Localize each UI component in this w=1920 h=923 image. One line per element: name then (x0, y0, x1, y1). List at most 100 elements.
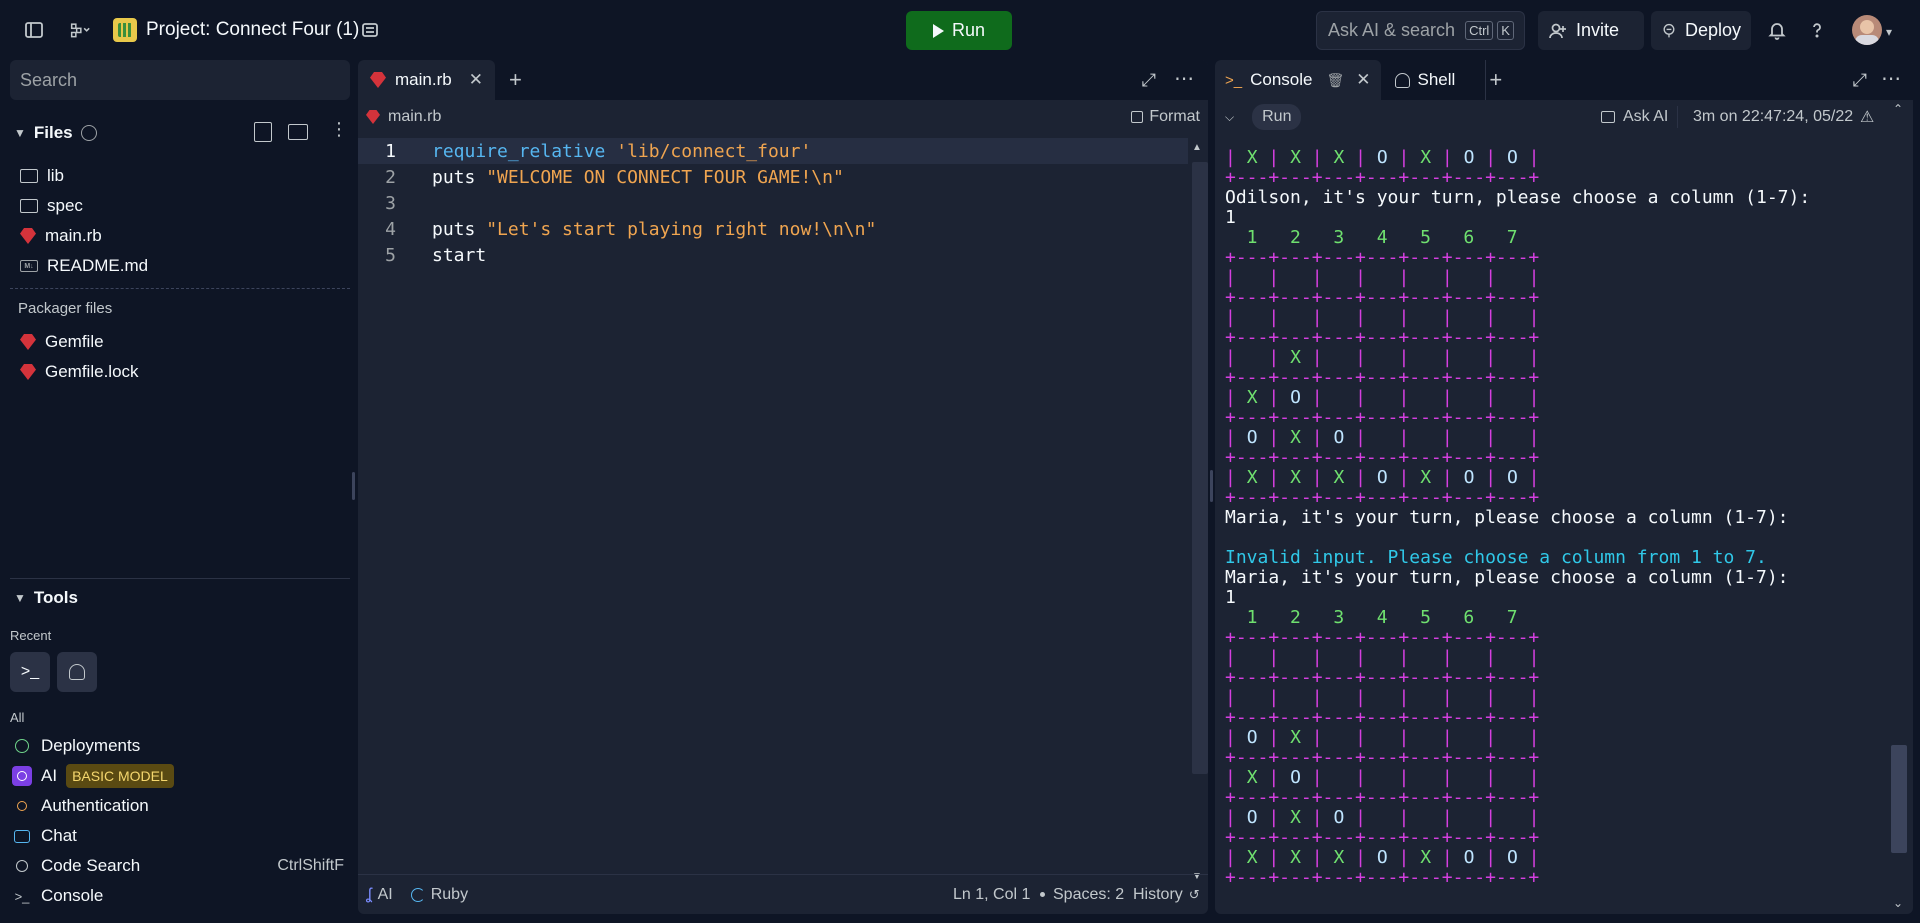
tools-header[interactable]: ▼ Tools (14, 588, 78, 608)
project-info-icon[interactable] (352, 12, 388, 48)
console-line: +---+---+---+---+---+---+---+ (1225, 247, 1540, 268)
tool-item-ai[interactable]: AI BASIC MODEL (12, 762, 350, 790)
file-item-spec[interactable]: spec (20, 192, 83, 220)
tool-item-deployments[interactable]: Deployments (12, 732, 350, 760)
help-icon[interactable] (1799, 12, 1835, 48)
project-title[interactable]: Project: Connect Four (1) (146, 19, 359, 41)
files-header[interactable]: ▼ Files ⋮ (14, 118, 350, 148)
more-options-icon[interactable]: ⋮ (330, 120, 348, 138)
workspace-menu-icon[interactable] (60, 12, 100, 48)
tab-main-rb[interactable]: main.rb ✕ (358, 60, 495, 100)
sidebar-resize-handle[interactable] (352, 472, 355, 500)
tool-item-authentication[interactable]: Authentication (12, 792, 350, 820)
new-file-icon[interactable] (254, 122, 272, 142)
more-options-icon[interactable]: ⋯ (1881, 66, 1901, 91)
console-line: | X | O | | | | | | (1225, 767, 1540, 788)
file-item-lib[interactable]: lib (20, 162, 64, 190)
pane-resize-handle[interactable] (1210, 470, 1213, 502)
notifications-bell-icon[interactable] (1759, 12, 1795, 48)
console-line: | | | | | | | | (1225, 647, 1540, 668)
line-number: 2 (385, 166, 396, 188)
search-input[interactable]: Search (10, 60, 350, 100)
ask-ai-search-input[interactable]: Ask AI & search Ctrl K (1316, 11, 1525, 50)
status-indentation[interactable]: Spaces: 2 (1040, 886, 1124, 904)
tool-item-code-search[interactable]: Code Search CtrlShiftF (12, 852, 350, 880)
play-icon (932, 23, 944, 38)
line-number: 5 (385, 244, 396, 266)
toggle-sidebar-icon[interactable] (16, 12, 52, 48)
chevron-down-icon[interactable]: ▼ (14, 591, 26, 605)
editor-tab-bar: main.rb ✕ + ⤢ ⋯ (358, 60, 1208, 100)
scroll-up-icon[interactable]: ▲ (1192, 142, 1202, 153)
maximize-icon[interactable]: ⤢ (1853, 70, 1867, 91)
code-token: start (432, 244, 487, 266)
code-line[interactable]: 2 puts "WELCOME ON CONNECT FOUR GAME!\n" (358, 164, 1188, 190)
chevron-down-icon[interactable]: ⌵ (1225, 110, 1234, 125)
ask-ai-button[interactable]: Ask AI (1601, 108, 1668, 126)
chevron-down-icon[interactable]: ▾ (1886, 25, 1892, 39)
code-text: puts "Let's start playing right now!\n\n… (432, 219, 876, 240)
deploy-label: Deploy (1684, 20, 1741, 40)
more-options-icon[interactable]: ⋯ (1174, 66, 1194, 91)
console-scrollbar-thumb[interactable] (1891, 745, 1907, 853)
new-tab-icon[interactable]: + (495, 60, 522, 100)
console-output[interactable]: | X | X | X | O | X | O | O | +---+---+--… (1225, 148, 1885, 908)
status-ai[interactable]: ʆ AI (366, 886, 393, 904)
file-item-gemfile-lock[interactable]: Gemfile.lock (20, 358, 139, 386)
project-avatar[interactable] (113, 18, 137, 42)
code-line[interactable]: 3 (358, 190, 1188, 216)
file-name: main.rb (45, 226, 102, 245)
tool-item-console[interactable]: >_ Console (12, 882, 350, 910)
breadcrumb-file[interactable]: main.rb (388, 108, 441, 126)
packager-files-label: Packager files (18, 300, 113, 317)
recent-shell-icon[interactable] (57, 652, 97, 692)
console-line: | | | | | | | | (1225, 267, 1540, 288)
code-line[interactable]: 1 require_relative 'lib/connect_four' (358, 138, 1188, 164)
close-icon[interactable]: ✕ (469, 70, 483, 90)
new-folder-icon[interactable] (288, 124, 308, 140)
scroll-down-icon[interactable]: ⌄ (1893, 896, 1903, 910)
format-label: Format (1149, 108, 1200, 125)
console-toolbar: ⌵ Run Ask AI 3m on 22:47:24, 05/22 ⚠ (1215, 100, 1913, 134)
file-item-readme[interactable]: M↓ README.md (20, 252, 148, 280)
chevron-down-icon[interactable]: ▼ (14, 126, 26, 140)
console-line: +---+---+---+---+---+---+---+ (1225, 627, 1540, 648)
indentation-label: Spaces: 2 (1053, 885, 1125, 903)
tab-console[interactable]: >_ Console 🗑 ✕ (1215, 60, 1381, 100)
invite-button[interactable]: Invite (1538, 11, 1644, 50)
cursor-position[interactable]: Ln 1, Col 1 (953, 886, 1030, 904)
divider (10, 288, 350, 289)
shell-icon (69, 664, 85, 680)
editor-scrollbar-track[interactable]: ▲ ▼ (1188, 142, 1208, 882)
code-line[interactable]: 4 puts "Let's start playing right now!\n\… (358, 216, 1188, 242)
code-area[interactable]: 1 require_relative 'lib/connect_four' 2 put… (358, 134, 1188, 874)
tool-item-chat[interactable]: Chat (12, 822, 350, 850)
files-title: Files (33, 123, 73, 142)
trash-icon[interactable]: 🗑 (1326, 72, 1344, 89)
console-line: +---+---+---+---+---+---+---+ (1225, 287, 1540, 308)
file-item-gemfile[interactable]: Gemfile (20, 328, 104, 356)
format-button[interactable]: Format (1131, 108, 1200, 126)
chat-icon (12, 826, 32, 846)
console-run-button[interactable]: Run (1252, 104, 1302, 130)
status-language[interactable]: Ruby (410, 886, 468, 904)
file-item-main-rb[interactable]: main.rb (20, 222, 102, 250)
deploy-button[interactable]: Deploy (1651, 11, 1751, 50)
console-line: | | X | | | | | | (1225, 347, 1540, 368)
terminal-icon: >_ (14, 888, 30, 904)
history-button[interactable]: History ↺ (1133, 886, 1200, 904)
code-line[interactable]: 5 start (358, 242, 1188, 268)
close-icon[interactable]: ✕ (1356, 70, 1370, 90)
maximize-icon[interactable]: ⤢ (1142, 70, 1156, 91)
recent-console-icon[interactable]: >_ (10, 652, 50, 692)
invite-label: Invite (1576, 20, 1620, 40)
dot-icon (1040, 892, 1045, 897)
user-avatar[interactable] (1852, 15, 1882, 45)
editor-scrollbar-thumb[interactable] (1192, 162, 1208, 774)
console-line: | X | X | X | O | X | O | O | (1225, 467, 1540, 488)
console-line: +---+---+---+---+---+---+---+ (1225, 367, 1540, 388)
tab-shell[interactable]: Shell (1381, 60, 1470, 100)
scroll-up-icon[interactable]: ⌃ (1893, 102, 1903, 116)
shortcut-k: K (1497, 21, 1514, 40)
run-button[interactable]: Run (906, 11, 1012, 50)
